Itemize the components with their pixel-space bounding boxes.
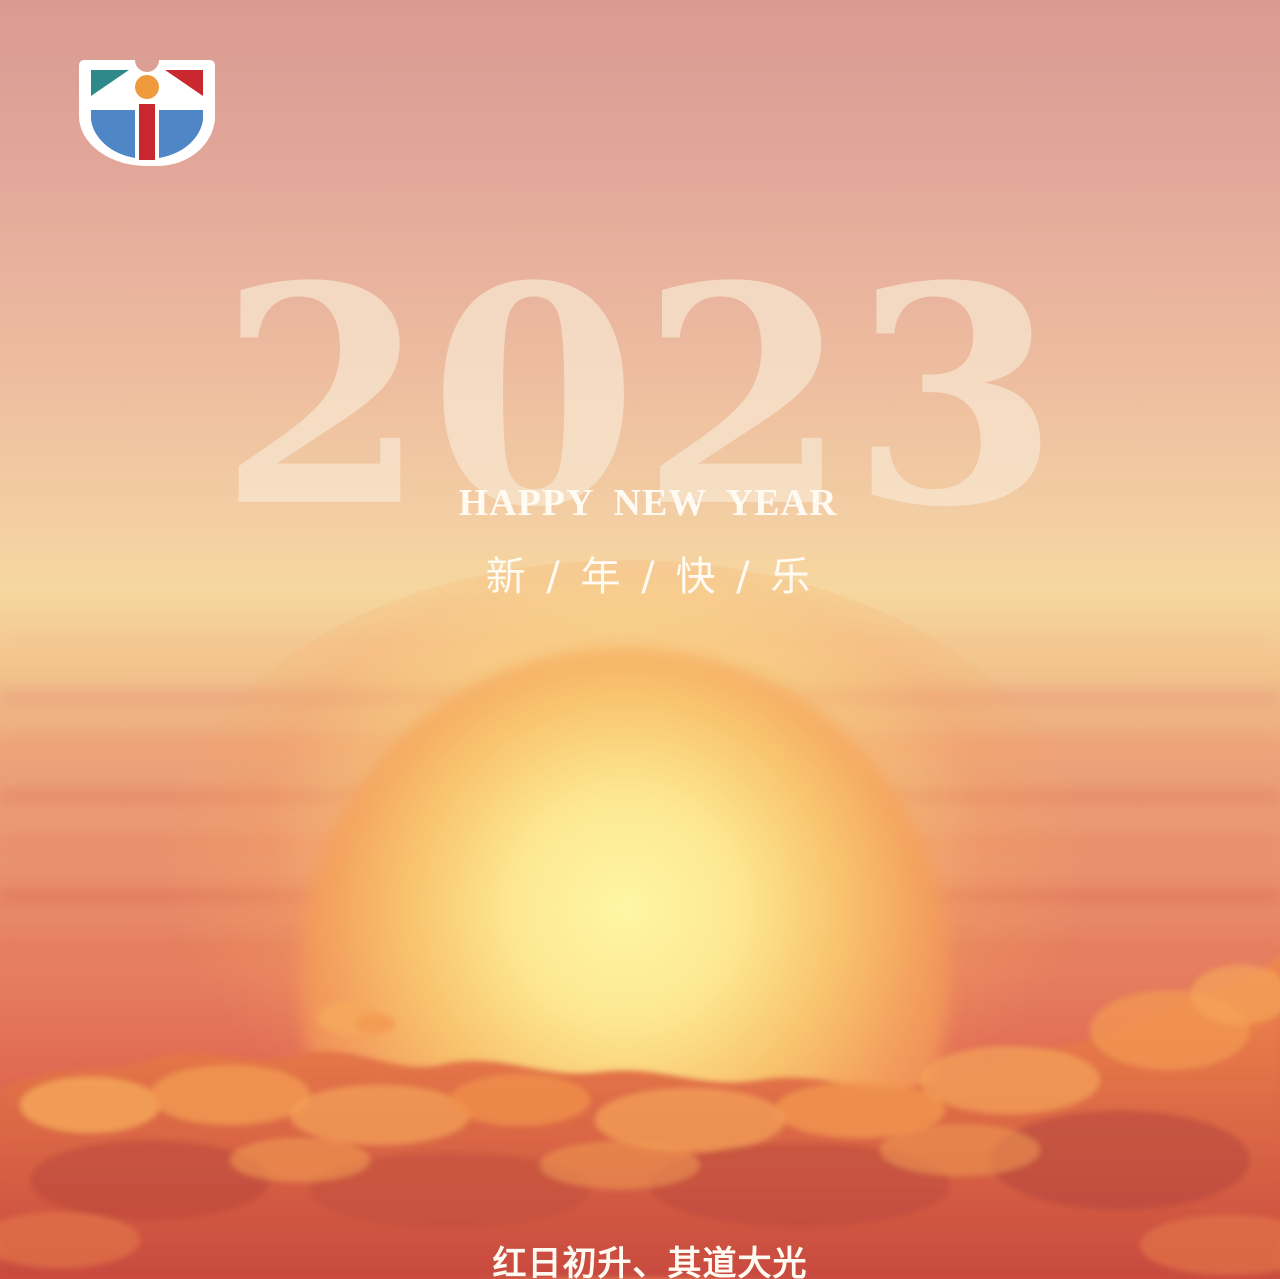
greeting: 新 / 年 / 快 / 乐: [485, 554, 815, 600]
logo: [79, 60, 215, 166]
headline: HAPPY NEW YEAR: [458, 482, 838, 524]
logo-red-stem: [139, 104, 155, 160]
logo-orange-dot: [135, 75, 159, 99]
cloud-layer: [0, 955, 1280, 1279]
tagline: 红日初升、其道大光: [492, 1244, 808, 1279]
poster-canvas: 2023 HAPPY NEW YEAR 新 / 年 / 快 / 乐 红日初升、其…: [0, 0, 1280, 1279]
